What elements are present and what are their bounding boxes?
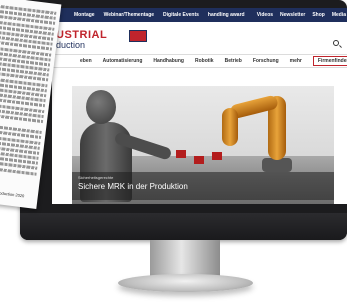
site-logo-line2[interactable]: duction: [56, 40, 85, 50]
nav-item-eben[interactable]: eben: [80, 58, 92, 64]
workpiece-red: [176, 150, 186, 158]
top-navigation-bar: Montage Webinar/Thementage Digitale Even…: [52, 8, 347, 22]
workpiece-red: [194, 156, 204, 164]
firmenfinder-button[interactable]: Firmenfinder: [312, 56, 347, 66]
workpiece-red: [212, 152, 222, 160]
nav-item-handhabung[interactable]: Handhabung: [153, 58, 184, 64]
site-header: USTRIAL duction: [52, 22, 347, 52]
monitor-screen-frame: Montage Webinar/Thementage Digitale Even…: [20, 0, 347, 240]
human-figure-head: [86, 90, 116, 124]
nav-item-automatisierung[interactable]: Automatisierung: [103, 58, 143, 64]
website-screen: Montage Webinar/Thementage Digitale Even…: [52, 8, 347, 204]
paper-footer: USTRIAL production 2020: [0, 188, 25, 199]
nav-item-forschung[interactable]: Forschung: [253, 58, 279, 64]
nav-item-mehr[interactable]: mehr: [290, 58, 302, 64]
monitor-stand-neck: [150, 240, 220, 278]
nav-item-robotik[interactable]: Robotik: [195, 58, 214, 64]
topbar-link-videos[interactable]: Videos: [257, 12, 273, 18]
robot-base: [262, 158, 292, 172]
hero-image[interactable]: Sicherheitsgerechte Sichere MRK in der P…: [72, 86, 334, 204]
topbar-link-media[interactable]: Media: [332, 12, 346, 18]
topbar-link-shop[interactable]: Shop: [312, 12, 325, 18]
scene: Montage Webinar/Thementage Digitale Even…: [0, 0, 347, 305]
main-navigation: eben Automatisierung Handhabung Robotik …: [52, 54, 347, 68]
hero-kicker: Sicherheitsgerechte: [78, 175, 114, 180]
nav-item-betrieb[interactable]: Betrieb: [225, 58, 242, 64]
search-icon[interactable]: [333, 40, 339, 46]
logo-badge-icon: [129, 30, 147, 42]
topbar-link-webinar[interactable]: Webinar/Thementage: [104, 12, 154, 18]
topbar-link-montage[interactable]: Montage: [74, 12, 95, 18]
robot-arm-wrist: [222, 108, 238, 146]
topbar-link-handling-award[interactable]: handling award: [208, 12, 245, 18]
hero-title[interactable]: Sichere MRK in der Produktion: [78, 182, 188, 191]
monitor-stand-base: [118, 274, 253, 292]
topbar-right-links: Videos Newsletter Shop Media: [257, 12, 347, 18]
topbar-link-newsletter[interactable]: Newsletter: [280, 12, 305, 18]
topbar-link-digital-events[interactable]: Digitale Events: [163, 12, 199, 18]
